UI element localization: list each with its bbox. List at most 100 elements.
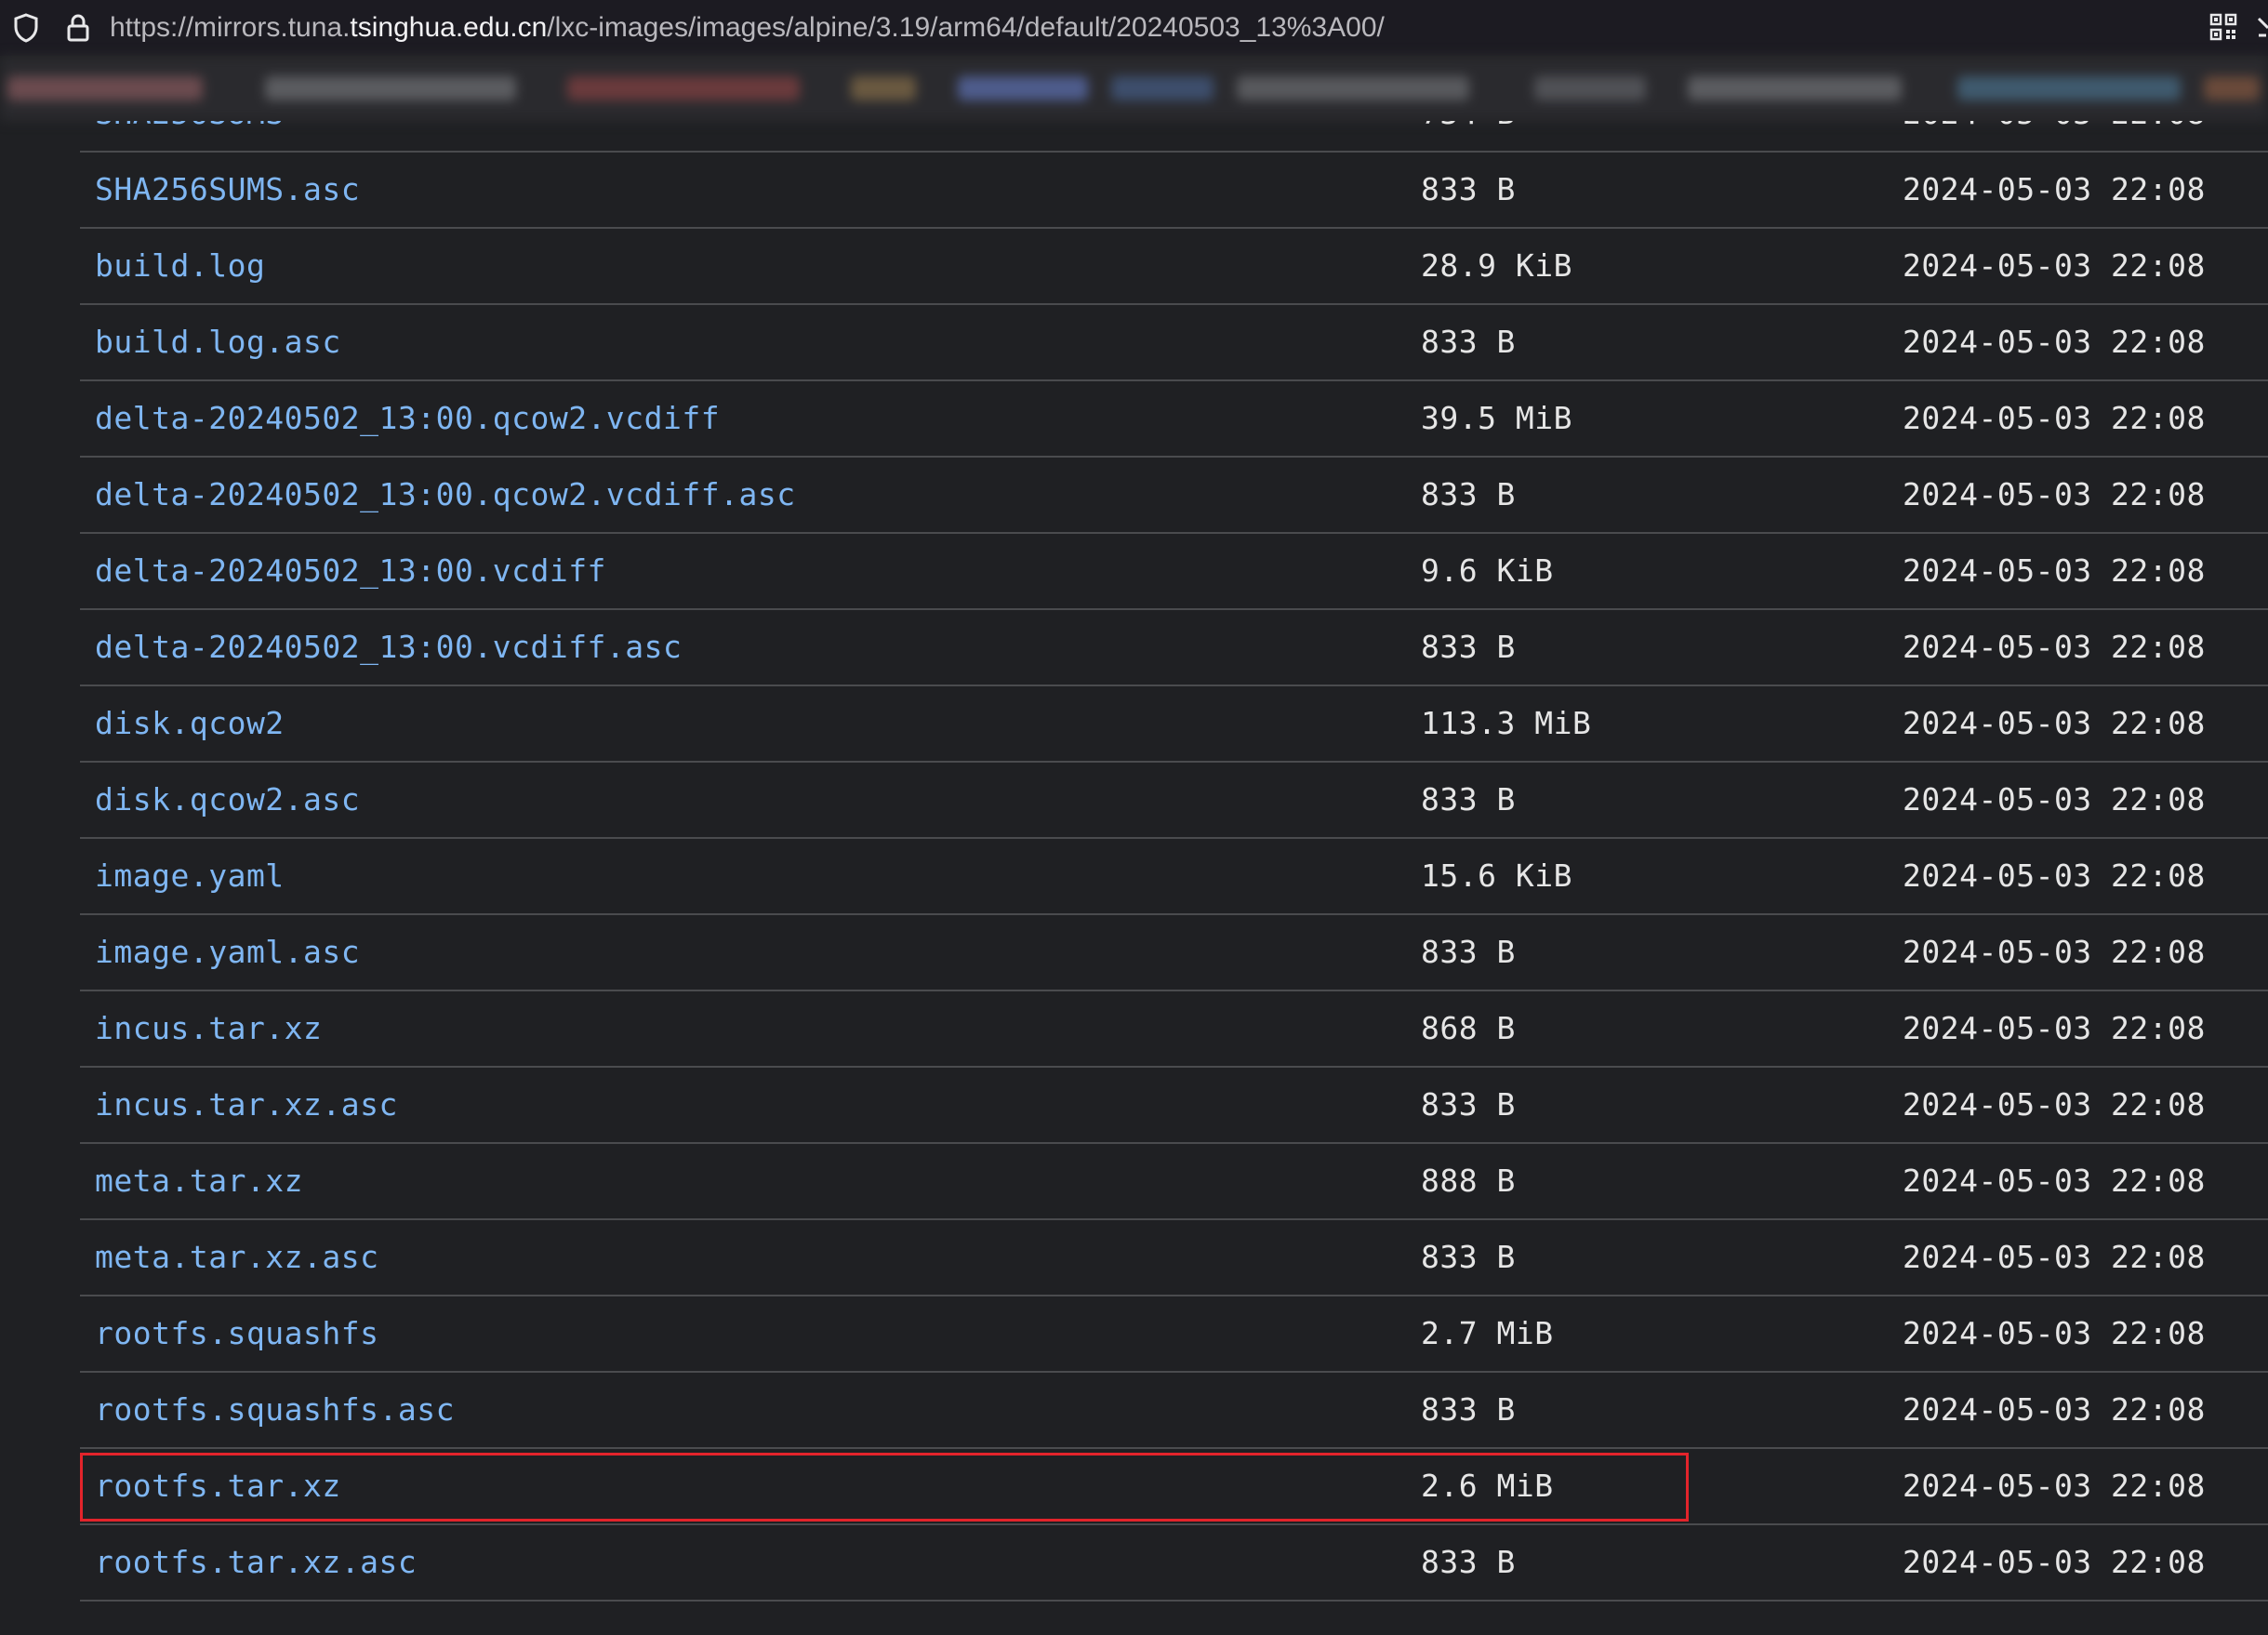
table-row: meta.tar.xz 888 B 2024-05-03 22:08: [80, 1144, 2268, 1220]
qr-code-icon[interactable]: [2209, 13, 2237, 41]
bookmark-item[interactable]: [958, 76, 1088, 100]
file-link[interactable]: build.log.asc: [95, 305, 341, 379]
file-date: 2024-05-03 22:08: [1903, 121, 2206, 151]
file-size: 734 B: [1421, 121, 1516, 151]
file-link[interactable]: rootfs.squashfs: [95, 1296, 379, 1371]
highlight-annotation-box: [80, 1453, 1689, 1522]
table-row: image.yaml 15.6 KiB 2024-05-03 22:08: [80, 839, 2268, 915]
file-date: 2024-05-03 22:08: [1903, 1239, 2206, 1275]
table-row: rootfs.squashfs.asc 833 B 2024-05-03 22:08: [80, 1373, 2268, 1449]
bookmark-item[interactable]: [1534, 76, 1646, 100]
bookmark-item[interactable]: [567, 76, 800, 100]
bookmark-item[interactable]: [1957, 76, 2181, 100]
file-size: 28.9 KiB: [1421, 247, 1572, 284]
file-date: 2024-05-03 22:08: [1903, 1391, 2206, 1428]
file-link[interactable]: disk.qcow2: [95, 686, 285, 761]
bookmark-item[interactable]: [1111, 76, 1214, 100]
file-link[interactable]: SHA256SUMS: [95, 121, 285, 151]
file-link[interactable]: image.yaml.asc: [95, 915, 360, 990]
table-row: image.yaml.asc 833 B 2024-05-03 22:08: [80, 915, 2268, 991]
file-size: 833 B: [1421, 1391, 1516, 1428]
file-link[interactable]: image.yaml: [95, 839, 285, 913]
file-date: 2024-05-03 22:08: [1903, 1163, 2206, 1199]
file-date: 2024-05-03 22:08: [1903, 324, 2206, 360]
file-size: 833 B: [1421, 1544, 1516, 1580]
table-row: delta-20240502_13:00.qcow2.vcdiff 39.5 Mi…: [80, 381, 2268, 458]
file-size: 888 B: [1421, 1163, 1516, 1199]
table-row: meta.tar.xz.asc 833 B 2024-05-03 22:08: [80, 1220, 2268, 1296]
table-row: incus.tar.xz.asc 833 B 2024-05-03 22:08: [80, 1068, 2268, 1144]
file-size: 39.5 MiB: [1421, 400, 1572, 436]
file-date: 2024-05-03 22:08: [1903, 1086, 2206, 1123]
file-size: 833 B: [1421, 629, 1516, 665]
file-date: 2024-05-03 22:08: [1903, 1468, 2206, 1504]
file-date: 2024-05-03 22:08: [1903, 1544, 2206, 1580]
file-link[interactable]: incus.tar.xz: [95, 991, 322, 1066]
file-link[interactable]: delta-20240502_13:00.vcdiff: [95, 534, 606, 608]
file-date: 2024-05-03 22:08: [1903, 934, 2206, 970]
file-size: 833 B: [1421, 1086, 1516, 1123]
file-date: 2024-05-03 22:08: [1903, 781, 2206, 818]
table-row: delta-20240502_13:00.vcdiff 9.6 KiB 2024-0…: [80, 534, 2268, 610]
file-link[interactable]: meta.tar.xz: [95, 1144, 303, 1218]
table-row: SHA256SUMS.asc 833 B 2024-05-03 22:08: [80, 153, 2268, 229]
file-date: 2024-05-03 22:08: [1903, 857, 2206, 894]
file-size: 868 B: [1421, 1010, 1516, 1046]
file-size: 113.3 MiB: [1421, 705, 1592, 741]
file-size: 9.6 KiB: [1421, 552, 1554, 589]
file-size: 833 B: [1421, 781, 1516, 818]
file-size: 833 B: [1421, 934, 1516, 970]
file-date: 2024-05-03 22:08: [1903, 705, 2206, 741]
file-date: 2024-05-03 22:08: [1903, 400, 2206, 436]
file-date: 2024-05-03 22:08: [1903, 1315, 2206, 1351]
file-size: 833 B: [1421, 171, 1516, 207]
url-text[interactable]: https://mirrors.tuna.tsinghua.edu.cn/lxc…: [110, 0, 1385, 56]
file-size: 833 B: [1421, 476, 1516, 512]
file-link[interactable]: delta-20240502_13:00.vcdiff.asc: [95, 610, 682, 685]
file-size: 833 B: [1421, 324, 1516, 360]
file-link[interactable]: rootfs.squashfs.asc: [95, 1373, 455, 1447]
table-row: rootfs.squashfs 2.7 MiB 2024-05-03 22:08: [80, 1296, 2268, 1373]
file-date: 2024-05-03 22:08: [1903, 247, 2206, 284]
table-row: disk.qcow2.asc 833 B 2024-05-03 22:08: [80, 763, 2268, 839]
table-row: build.log.asc 833 B 2024-05-03 22:08: [80, 305, 2268, 381]
file-link[interactable]: build.log: [95, 229, 265, 303]
table-row: rootfs.tar.xz.asc 833 B 2024-05-03 22:08: [80, 1525, 2268, 1602]
file-size: 15.6 KiB: [1421, 857, 1572, 894]
bookmark-item[interactable]: [851, 76, 916, 100]
file-date: 2024-05-03 22:08: [1903, 171, 2206, 207]
url-prefix: https://mirrors.tuna.: [110, 12, 351, 43]
bookmark-item[interactable]: [7, 76, 203, 100]
bookmark-item[interactable]: [265, 76, 516, 100]
file-link[interactable]: incus.tar.xz.asc: [95, 1068, 398, 1142]
file-link[interactable]: meta.tar.xz.asc: [95, 1220, 379, 1295]
extension-icon[interactable]: [2255, 13, 2268, 41]
file-link[interactable]: delta-20240502_13:00.qcow2.vcdiff: [95, 381, 720, 456]
bookmark-item[interactable]: [1688, 76, 1902, 100]
file-date: 2024-05-03 22:08: [1903, 552, 2206, 589]
file-size: 2.7 MiB: [1421, 1315, 1554, 1351]
url-path: /lxc-images/images/alpine/3.19/arm64/def…: [547, 12, 1385, 43]
table-row: disk.qcow2 113.3 MiB 2024-05-03 22:08: [80, 686, 2268, 763]
file-listing-table: SHA256SUMS 734 B 2024-05-03 22:08 SHA256…: [80, 121, 2268, 1635]
file-link[interactable]: disk.qcow2.asc: [95, 763, 360, 837]
bookmarks-bar: [0, 56, 2268, 121]
bookmark-item[interactable]: [1237, 76, 1469, 100]
table-row: SHA256SUMS 734 B 2024-05-03 22:08: [80, 121, 2268, 153]
table-row: delta-20240502_13:00.qcow2.vcdiff.asc 833…: [80, 458, 2268, 534]
address-bar[interactable]: https://mirrors.tuna.tsinghua.edu.cn/lxc…: [0, 0, 2268, 56]
shield-icon[interactable]: [13, 13, 39, 43]
file-date: 2024-05-03 22:08: [1903, 1010, 2206, 1046]
table-row: build.log 28.9 KiB 2024-05-03 22:08: [80, 229, 2268, 305]
file-date: 2024-05-03 22:08: [1903, 476, 2206, 512]
url-host: tsinghua.edu.cn: [350, 12, 548, 43]
table-row: incus.tar.xz 868 B 2024-05-03 22:08: [80, 991, 2268, 1068]
lock-icon[interactable]: [65, 13, 91, 43]
file-size: 833 B: [1421, 1239, 1516, 1275]
file-link[interactable]: delta-20240502_13:00.qcow2.vcdiff.asc: [95, 458, 796, 532]
bookmark-item[interactable]: [2204, 76, 2260, 100]
file-link[interactable]: SHA256SUMS.asc: [95, 153, 360, 227]
file-link[interactable]: rootfs.tar.xz.asc: [95, 1525, 417, 1600]
table-row: delta-20240502_13:00.vcdiff.asc 833 B 2024…: [80, 610, 2268, 686]
file-date: 2024-05-03 22:08: [1903, 629, 2206, 665]
